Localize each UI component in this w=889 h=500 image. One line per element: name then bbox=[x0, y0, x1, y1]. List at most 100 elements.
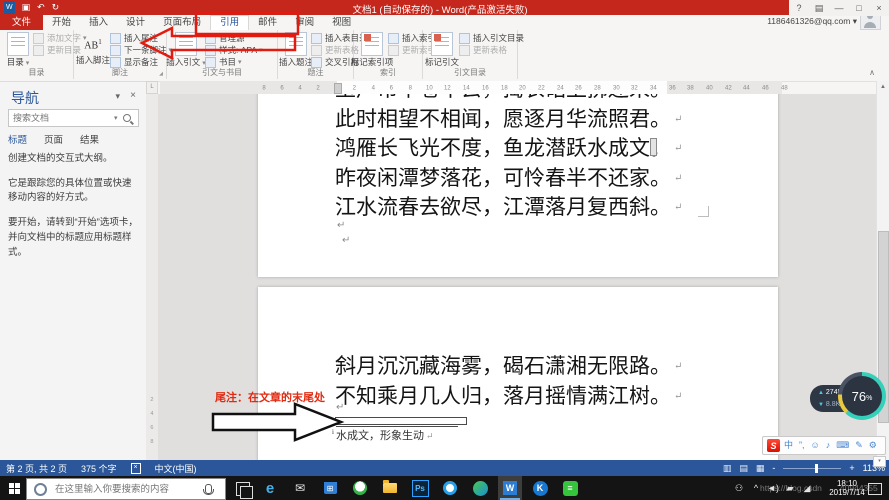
tab-design[interactable]: 设计 bbox=[117, 15, 154, 30]
redo-icon[interactable]: ↻ bbox=[52, 1, 60, 14]
zoom-slider[interactable] bbox=[783, 463, 842, 473]
taskbar-search-input[interactable] bbox=[53, 482, 197, 496]
ime-emoji-icon[interactable]: ☺ bbox=[811, 437, 820, 454]
tray-chevron-up-icon[interactable]: ^ bbox=[750, 483, 762, 493]
print-layout-icon[interactable]: ▤ bbox=[739, 463, 748, 474]
insert-table-of-authorities-icon bbox=[459, 32, 470, 44]
proofing-status-icon[interactable]: × bbox=[130, 462, 141, 474]
tray-people-icon[interactable]: ⚇ bbox=[733, 483, 745, 494]
ime-chinese-mode-icon[interactable]: 中 bbox=[784, 437, 793, 454]
app-icon-360-browser[interactable] bbox=[468, 476, 492, 500]
word-logo-icon[interactable]: W bbox=[4, 1, 15, 14]
page-indicator[interactable]: 第 2 页, 共 2 页 bbox=[6, 462, 67, 475]
nav-tab-headings[interactable]: 标题 bbox=[8, 132, 27, 146]
mark-citation-button[interactable]: 标记引文 bbox=[425, 32, 459, 67]
insert-table-of-authorities-button[interactable]: 插入引文目录 bbox=[459, 32, 524, 44]
tray-network-icon[interactable]: ◢ bbox=[801, 483, 813, 494]
group-table-of-authorities: 标记引文 插入引文目录 更新表格 引文目录 bbox=[423, 30, 524, 79]
tray-battery-icon[interactable]: ▰ bbox=[784, 483, 796, 494]
toc-button[interactable]: 目录 bbox=[1, 32, 35, 69]
next-footnote-icon bbox=[110, 44, 121, 56]
insert-footnote-button[interactable]: AB1 插入脚注 bbox=[76, 32, 110, 65]
ime-punctuation-icon[interactable]: ”, bbox=[799, 437, 805, 454]
app-icon-green-app[interactable]: ≡ bbox=[558, 476, 582, 500]
indent-marker[interactable] bbox=[334, 83, 342, 94]
minimize-button[interactable]: — bbox=[829, 0, 849, 16]
restore-button[interactable]: □ bbox=[849, 0, 869, 16]
tab-insert[interactable]: 插入 bbox=[80, 15, 117, 30]
tab-references[interactable]: 引用 bbox=[210, 15, 250, 30]
undo-icon[interactable]: ↶ bbox=[37, 1, 45, 14]
app-icon-edge[interactable]: e bbox=[258, 476, 282, 500]
microphone-icon[interactable] bbox=[203, 484, 214, 495]
zoom-in-button[interactable]: + bbox=[849, 463, 854, 473]
tab-view[interactable]: 视图 bbox=[323, 15, 360, 30]
tab-file[interactable]: 文件 bbox=[0, 15, 44, 30]
group-captions: 插入题注 插入表目录 更新表格 交叉引用 题注 bbox=[278, 30, 368, 79]
ime-dropdown[interactable]: ▾ bbox=[873, 456, 886, 467]
app-icon-store[interactable]: ⊞ bbox=[318, 476, 342, 500]
tab-mailings[interactable]: 邮件 bbox=[249, 15, 286, 30]
ribbon-tabs: 文件 开始 插入 设计 页面布局 引用 邮件 审阅 视图 bbox=[0, 15, 360, 30]
action-center-icon[interactable] bbox=[868, 483, 882, 495]
read-mode-icon[interactable]: ▥ bbox=[723, 463, 732, 474]
footnotes-dialog-launcher[interactable]: ◢ bbox=[159, 71, 163, 77]
taskbar: e✉⊞ Ps WK≡ ⚇ ^ ◄) ▰ ◢ 18:10 2019/7/14 bbox=[0, 476, 889, 500]
account-email[interactable]: 1186461326@qq.com ▾ bbox=[767, 16, 857, 27]
language-indicator[interactable]: 中文(中国) bbox=[155, 462, 197, 475]
acceleration-ball[interactable]: 76% bbox=[838, 372, 886, 420]
manage-sources-button[interactable]: 管理源 bbox=[205, 32, 263, 44]
web-layout-icon[interactable]: ▦ bbox=[756, 463, 765, 474]
update-authorities-table-button[interactable]: 更新表格 bbox=[459, 44, 524, 56]
sogou-logo-icon[interactable]: S bbox=[767, 439, 780, 452]
insert-endnote-button[interactable]: 插入尾注 bbox=[110, 32, 172, 44]
save-icon[interactable]: ▣ bbox=[22, 1, 31, 14]
zoom-slider-thumb[interactable] bbox=[815, 463, 819, 473]
horizontal-ruler[interactable]: 8642 2 4 6 8 10 12 14 16 18 20 22 24 26 28 30 32 34 36 38 4… bbox=[158, 81, 877, 95]
zoom-out-button[interactable]: - bbox=[772, 463, 775, 473]
app-icon-word[interactable]: W bbox=[498, 476, 522, 500]
citation-style-select[interactable]: 样式: APA bbox=[205, 44, 263, 56]
tab-review[interactable]: 审阅 bbox=[286, 15, 323, 30]
close-button[interactable]: × bbox=[869, 0, 889, 16]
next-footnote-button[interactable]: 下一条脚注 bbox=[110, 44, 172, 56]
collapse-ribbon-icon[interactable]: ∧ bbox=[869, 68, 875, 77]
ime-keyboard-icon[interactable]: ⌨ bbox=[836, 437, 849, 454]
taskbar-clock[interactable]: 18:10 2019/7/14 bbox=[826, 479, 868, 497]
search-input[interactable] bbox=[9, 113, 108, 123]
scroll-up-icon[interactable]: ▲ bbox=[877, 81, 889, 93]
app-icon-explorer[interactable] bbox=[378, 476, 402, 500]
insert-citation-button[interactable]: 插入引文 bbox=[166, 32, 203, 69]
ime-handwriting-icon[interactable]: ✎ bbox=[855, 437, 863, 454]
poem-line: 玉户帘中卷不去，捣衣砧上拂还来。 bbox=[335, 94, 735, 105]
taskbar-search[interactable] bbox=[26, 478, 226, 500]
tab-selector-box[interactable]: L bbox=[146, 81, 158, 94]
poem-line: 斜月沉沉藏海雾，碣石潇湘无限路。 bbox=[335, 352, 735, 382]
app-icon-qq-browser[interactable] bbox=[438, 476, 462, 500]
tab-layout[interactable]: 页面布局 bbox=[154, 15, 210, 30]
start-button[interactable] bbox=[9, 483, 20, 494]
close-icon[interactable]: × bbox=[130, 90, 136, 101]
ime-settings-icon[interactable]: ⚙ bbox=[869, 437, 877, 454]
nav-tab-pages[interactable]: 页面 bbox=[44, 132, 63, 146]
ime-voice-icon[interactable]: ♪ bbox=[826, 437, 831, 454]
tab-home[interactable]: 开始 bbox=[43, 15, 80, 30]
help-button[interactable]: ? bbox=[789, 0, 809, 16]
nav-search-box[interactable]: ▾ bbox=[8, 109, 139, 127]
insert-caption-button[interactable]: 插入题注 bbox=[279, 32, 313, 67]
task-view-icon[interactable] bbox=[236, 482, 253, 499]
ribbon-display-options-button[interactable]: ▤ bbox=[809, 0, 829, 16]
mark-entry-button[interactable]: 标记索引项 bbox=[351, 32, 393, 67]
chevron-down-icon[interactable]: ▾ bbox=[115, 91, 120, 102]
tray-volume-icon[interactable]: ◄) bbox=[767, 483, 779, 493]
search-icon[interactable] bbox=[122, 114, 131, 122]
document-canvas[interactable]: 玉户帘中卷不去，捣衣砧上拂还来。此时相望不相闻，愿逐月华流照君。鸿雁长飞光不度，… bbox=[158, 94, 877, 460]
word-count[interactable]: 375 个字 bbox=[81, 462, 117, 475]
nav-tab-results[interactable]: 结果 bbox=[80, 132, 99, 146]
app-icon-k-player[interactable]: K bbox=[528, 476, 552, 500]
black-annotation-arrow bbox=[211, 402, 345, 442]
chevron-down-icon[interactable]: ▾ bbox=[114, 114, 118, 122]
app-icon-photoshop[interactable]: Ps bbox=[408, 476, 432, 500]
app-icon-qq[interactable] bbox=[348, 476, 372, 500]
app-icon-mail[interactable]: ✉ bbox=[288, 476, 312, 500]
